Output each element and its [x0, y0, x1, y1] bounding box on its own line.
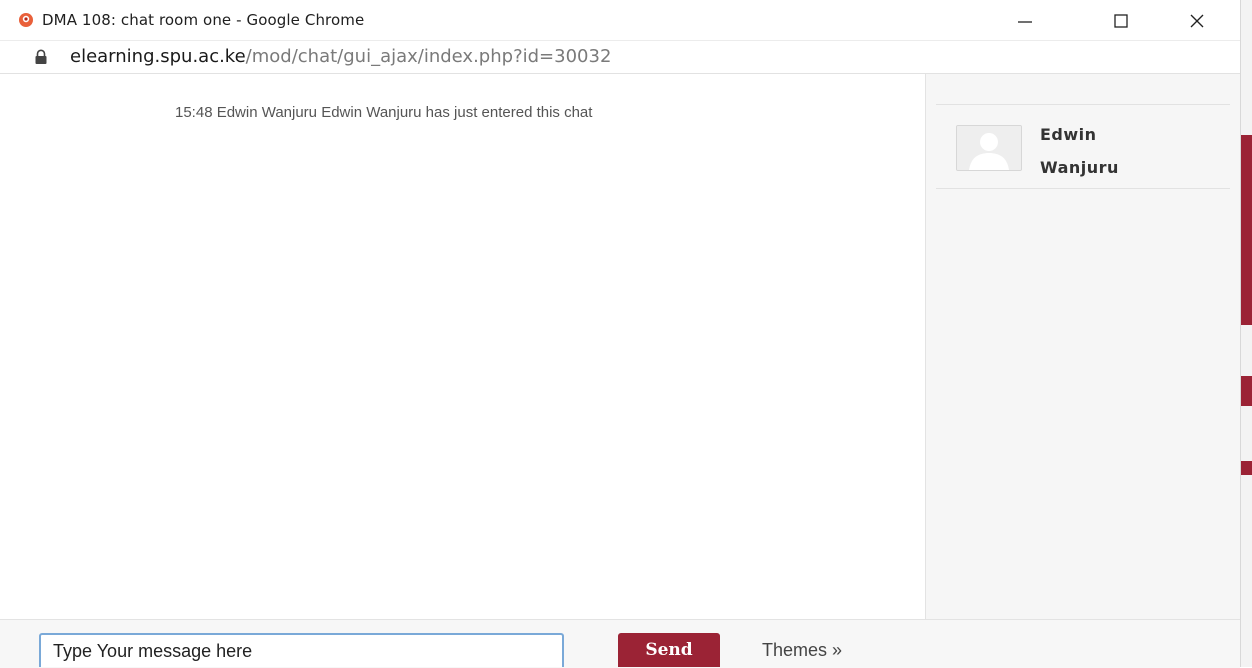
background-page-edge: [1240, 0, 1252, 667]
users-separator: [936, 104, 1230, 105]
lock-icon: [35, 49, 47, 64]
minimize-button[interactable]: [1002, 4, 1048, 38]
chat-messages-panel: 15:48 Edwin Wanjuru Edwin Wanjuru has ju…: [0, 74, 925, 619]
users-separator: [936, 188, 1230, 189]
address-bar[interactable]: elearning.spu.ac.ke/mod/chat/gui_ajax/in…: [0, 41, 1240, 74]
user-name: Edwin Wanjuru: [1040, 125, 1119, 177]
background-page-block: [1241, 461, 1252, 475]
url-path: /mod/chat/gui_ajax/index.php?id=30032: [245, 46, 612, 67]
minimize-icon: [1018, 21, 1032, 23]
url-host: elearning.spu.ac.ke: [70, 46, 246, 67]
user-avatar-icon: [957, 126, 1021, 170]
url-text[interactable]: elearning.spu.ac.ke/mod/chat/gui_ajax/in…: [70, 46, 611, 67]
message-input[interactable]: [39, 633, 564, 667]
users-sidebar: Edwin Wanjuru: [926, 74, 1240, 619]
window-title: DMA 108: chat room one - Google Chrome: [42, 11, 365, 29]
window-title-bar: DMA 108: chat room one - Google Chrome: [0, 0, 1240, 41]
close-button[interactable]: [1174, 4, 1220, 38]
maximize-button[interactable]: [1098, 4, 1144, 38]
themes-link[interactable]: Themes »: [762, 640, 842, 661]
background-page-block: [1241, 135, 1252, 325]
background-page-block: [1241, 376, 1252, 406]
user-list-item[interactable]: Edwin Wanjuru: [956, 116, 1226, 180]
send-button[interactable]: Send: [618, 633, 720, 667]
close-icon: [1190, 14, 1204, 28]
message-input-bar: Send Themes »: [0, 619, 1240, 668]
avatar: [956, 125, 1022, 171]
site-favicon-icon: [19, 13, 33, 27]
maximize-icon: [1114, 14, 1128, 28]
chat-message: 15:48 Edwin Wanjuru Edwin Wanjuru has ju…: [175, 104, 593, 121]
